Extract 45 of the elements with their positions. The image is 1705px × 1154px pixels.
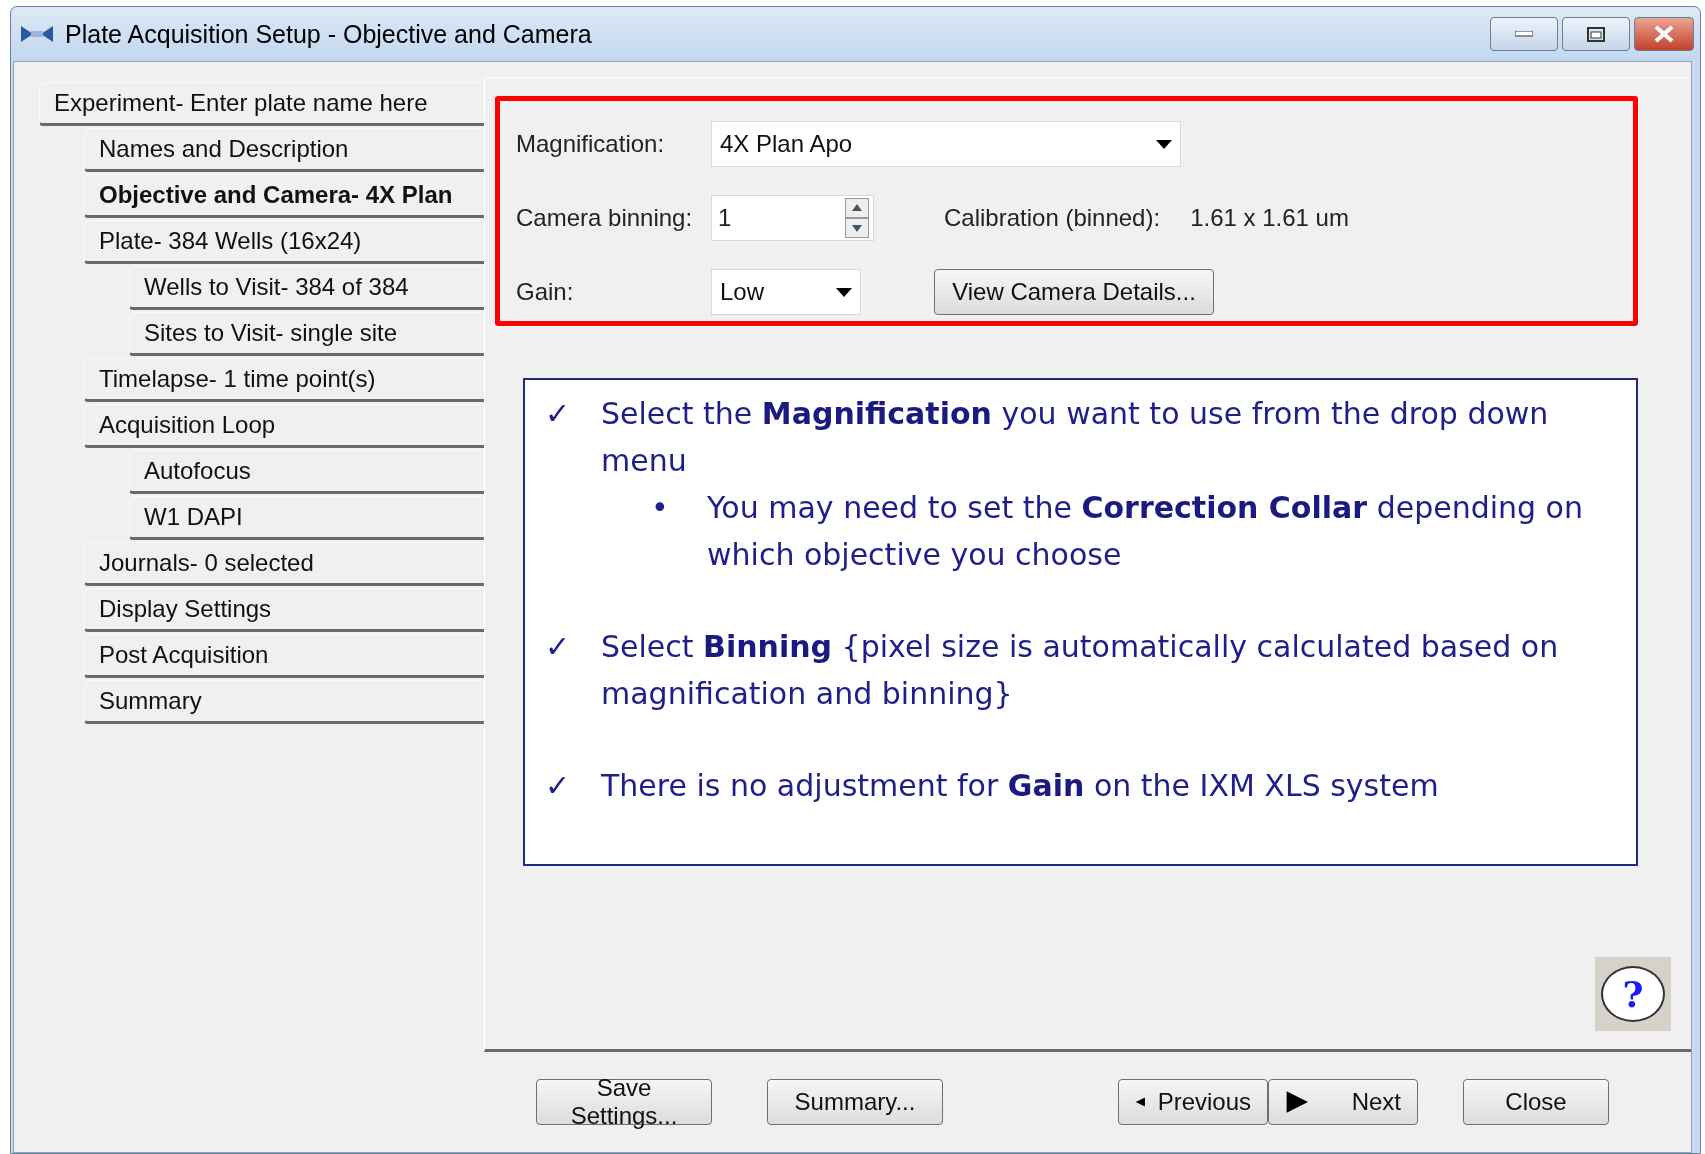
view-camera-details-button[interactable]: View Camera Details... <box>934 269 1214 315</box>
magnification-dropdown[interactable]: 4X Plan Apo <box>711 121 1181 167</box>
tree-item[interactable]: Summary <box>84 680 484 724</box>
calibration-value: 1.61 x 1.61 um <box>1190 204 1349 232</box>
checkmark: ✓ <box>545 395 572 433</box>
field-label: Camera binning: <box>516 204 693 232</box>
instruction-text: Select Binning {pixel size is automatically calculated based on magnification and binning} <box>601 628 1560 713</box>
tree-item[interactable]: Autofocus <box>129 450 484 494</box>
tree-item[interactable]: W1 DAPI <box>129 496 484 540</box>
next-button[interactable]: Next <box>1268 1079 1418 1125</box>
checkmark: ✓ <box>545 628 572 666</box>
tree-item[interactable]: Plate- 384 Wells (16x24) <box>84 220 484 264</box>
field-label: Gain: <box>516 278 574 306</box>
tree-item[interactable]: Timelapse- 1 time point(s) <box>84 358 484 402</box>
instruction-text: You may need to set the Correction Collar depending on which objective you choose <box>707 489 1584 574</box>
minimize-button[interactable] <box>1490 17 1558 51</box>
instruction-text: There is no adjustment for Gain on the IXM XLS system <box>601 767 1439 805</box>
dropdown-arrow-icon <box>1156 139 1172 149</box>
tree-item[interactable]: Display Settings <box>84 588 484 632</box>
tree-item[interactable]: Names and Description <box>84 128 484 172</box>
tree-item[interactable]: Objective and Camera- 4X Plan <box>84 174 484 218</box>
gain-dropdown[interactable]: Low <box>711 269 861 315</box>
close-button[interactable] <box>1634 17 1694 51</box>
checkmark: ✓ <box>545 767 572 805</box>
field-label: Calibration (binned): <box>944 204 1161 232</box>
dialog-button[interactable]: Close <box>1463 1079 1609 1125</box>
maximize-icon <box>1587 26 1605 42</box>
maximize-button[interactable] <box>1562 17 1630 51</box>
tree-item[interactable]: Experiment- Enter plate name here <box>39 82 484 126</box>
spin-arrows-icon <box>845 198 869 238</box>
tree-item[interactable]: Sites to Visit- single site <box>129 312 484 356</box>
tree-item[interactable]: Acquisition Loop <box>84 404 484 448</box>
previous-button[interactable]: Previous <box>1118 1079 1268 1125</box>
help-button[interactable]: ? <box>1595 957 1671 1031</box>
window-title: Plate Acquisition Setup - Objective and Camera <box>65 19 593 49</box>
tree-item[interactable]: Wells to Visit- 384 of 384 <box>129 266 484 310</box>
tree-item[interactable]: Post Acquisition <box>84 634 484 678</box>
close-icon <box>1654 25 1674 43</box>
tree-item[interactable]: Journals- 0 selected <box>84 542 484 586</box>
minimize-icon <box>1515 31 1533 37</box>
bullet: • <box>651 489 670 527</box>
binning-spinbox[interactable]: 1 <box>711 195 874 241</box>
dropdown-arrow-icon <box>836 287 852 297</box>
field-label: Magnification: <box>516 130 665 158</box>
dialog-button[interactable]: Summary... <box>767 1079 943 1125</box>
